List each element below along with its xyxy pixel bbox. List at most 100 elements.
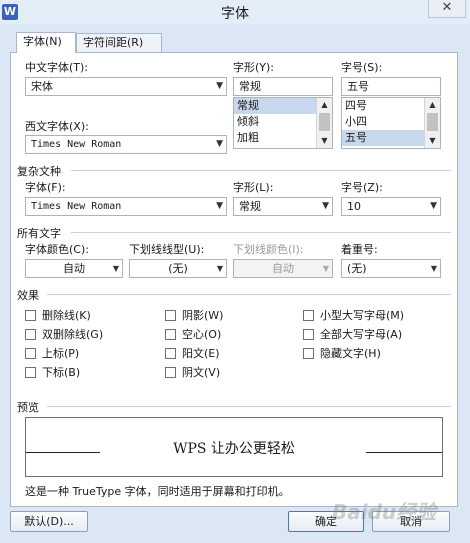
checkbox-box[interactable] <box>25 329 36 340</box>
style-scrollbar[interactable]: ▲ ▼ <box>316 98 332 148</box>
emphasis-mark-label: 着重号: <box>341 243 378 256</box>
style-label: 字形(Y): <box>233 61 275 74</box>
complex-size-value: 10 <box>347 200 361 213</box>
western-font-combo[interactable]: Times New Roman ▼ <box>25 135 227 154</box>
checkbox-label[interactable]: 下标(B) <box>42 366 80 379</box>
tab-character-spacing[interactable]: 字符间距(R) <box>76 33 162 53</box>
preview-sample-text: WPS 让办公更轻松 <box>173 441 295 457</box>
size-input[interactable]: 五号 <box>341 77 441 96</box>
checkbox-box[interactable] <box>303 310 314 321</box>
small-caps-checkbox[interactable]: 小型大写字母(M) <box>303 307 404 323</box>
hidden-text-checkbox[interactable]: 隐藏文字(H) <box>303 345 381 361</box>
checkbox-box[interactable] <box>303 329 314 340</box>
size-listbox[interactable]: 四号 小四 五号 ▲ ▼ <box>341 97 441 149</box>
title-bar: W 字体 ✕ <box>0 0 470 24</box>
superscript-checkbox[interactable]: 上标(P) <box>25 345 79 361</box>
checkbox-box[interactable] <box>25 367 36 378</box>
checkbox-box[interactable] <box>165 310 176 321</box>
underline-color-value: 自动 <box>272 262 294 275</box>
checkbox-label[interactable]: 阴影(W) <box>182 309 223 322</box>
underline-style-label: 下划线线型(U): <box>129 243 205 256</box>
preview-box: WPS 让办公更轻松 <box>25 417 443 477</box>
font-color-label: 字体颜色(C): <box>25 243 89 256</box>
chevron-down-icon: ▼ <box>216 264 223 273</box>
double-strikethrough-checkbox[interactable]: 双删除线(G) <box>25 326 103 342</box>
chevron-down-icon[interactable]: ▼ <box>317 134 332 148</box>
chevron-down-icon: ▼ <box>216 201 223 211</box>
chevron-down-icon: ▼ <box>430 201 437 211</box>
dialog-title: 字体 <box>221 6 249 22</box>
engrave-checkbox[interactable]: 阴文(V) <box>165 364 220 380</box>
outline-checkbox[interactable]: 空心(O) <box>165 326 221 342</box>
size-scrollbar[interactable]: ▲ ▼ <box>424 98 440 148</box>
divider <box>47 294 451 295</box>
chevron-down-icon: ▼ <box>216 139 223 149</box>
checkbox-label[interactable]: 空心(O) <box>182 328 221 341</box>
size-label: 字号(S): <box>341 61 383 74</box>
scroll-thumb[interactable] <box>319 113 330 131</box>
chevron-down-icon: ▼ <box>112 264 119 273</box>
underline-color-dropdown: 自动 ▼ <box>233 259 333 278</box>
chevron-down-icon: ▼ <box>430 264 437 273</box>
all-caps-checkbox[interactable]: 全部大写字母(A) <box>303 326 402 342</box>
chevron-down-icon[interactable]: ▼ <box>425 134 440 148</box>
preview-note: 这是一种 TrueType 字体，同时适用于屏幕和打印机。 <box>25 485 290 498</box>
style-listbox[interactable]: 常规 倾斜 加粗 ▲ ▼ <box>233 97 333 149</box>
effects-section-heading: 效果 <box>17 289 39 302</box>
chinese-font-combo[interactable]: 宋体 ▼ <box>25 77 227 96</box>
complex-font-combo[interactable]: Times New Roman ▼ <box>25 197 227 216</box>
chevron-down-icon: ▼ <box>216 81 223 91</box>
strikethrough-checkbox[interactable]: 删除线(K) <box>25 307 91 323</box>
checkbox-label[interactable]: 双删除线(G) <box>42 328 103 341</box>
underline-style-dropdown[interactable]: (无) ▼ <box>129 259 227 278</box>
checkbox-label[interactable]: 全部大写字母(A) <box>320 328 402 341</box>
checkbox-box[interactable] <box>165 367 176 378</box>
checkbox-box[interactable] <box>25 348 36 359</box>
chevron-down-icon: ▼ <box>322 264 329 273</box>
checkbox-label[interactable]: 删除线(K) <box>42 309 91 322</box>
default-button[interactable]: 默认(D)... <box>10 511 88 532</box>
complex-font-label: 字体(F): <box>25 181 66 194</box>
checkbox-box[interactable] <box>165 348 176 359</box>
chinese-font-value: 宋体 <box>31 80 53 93</box>
western-font-label: 西文字体(X): <box>25 120 89 133</box>
complex-style-value: 常规 <box>239 200 261 213</box>
complex-style-label: 字形(L): <box>233 181 274 194</box>
checkbox-box[interactable] <box>165 329 176 340</box>
shadow-checkbox[interactable]: 阴影(W) <box>165 307 223 323</box>
watermark: Baidu经验 <box>332 500 437 524</box>
scroll-thumb[interactable] <box>427 113 438 131</box>
complex-size-combo[interactable]: 10 ▼ <box>341 197 441 216</box>
chevron-up-icon[interactable]: ▲ <box>317 98 332 112</box>
checkbox-label[interactable]: 上标(P) <box>42 347 79 360</box>
underline-color-label: 下划线颜色(I): <box>233 243 304 256</box>
divider <box>47 406 451 407</box>
font-color-dropdown[interactable]: 自动 ▼ <box>25 259 123 278</box>
complex-font-value: Times New Roman <box>31 201 122 212</box>
close-button[interactable]: ✕ <box>428 0 466 18</box>
chinese-font-label: 中文字体(T): <box>25 61 89 74</box>
checkbox-box[interactable] <box>303 348 314 359</box>
emphasis-mark-value: (无) <box>347 262 367 275</box>
divider <box>71 170 451 171</box>
checkbox-box[interactable] <box>25 310 36 321</box>
font-color-value: 自动 <box>63 262 85 275</box>
complex-section-heading: 复杂文种 <box>17 165 61 178</box>
chevron-up-icon[interactable]: ▲ <box>425 98 440 112</box>
emboss-checkbox[interactable]: 阳文(E) <box>165 345 220 361</box>
checkbox-label[interactable]: 隐藏文字(H) <box>320 347 381 360</box>
divider <box>71 232 451 233</box>
checkbox-label[interactable]: 小型大写字母(M) <box>320 309 404 322</box>
chevron-down-icon: ▼ <box>322 201 329 211</box>
checkbox-label[interactable]: 阳文(E) <box>182 347 220 360</box>
emphasis-mark-dropdown[interactable]: (无) ▼ <box>341 259 441 278</box>
complex-style-combo[interactable]: 常规 ▼ <box>233 197 333 216</box>
font-tab-panel: 中文字体(T): 宋体 ▼ 西文字体(X): Times New Roman ▼… <box>10 52 458 507</box>
checkbox-label[interactable]: 阴文(V) <box>182 366 220 379</box>
style-input[interactable]: 常规 <box>233 77 333 96</box>
underline-style-value: (无) <box>168 262 188 275</box>
western-font-value: Times New Roman <box>31 139 122 150</box>
tab-font[interactable]: 字体(N) <box>16 32 76 53</box>
complex-size-label: 字号(Z): <box>341 181 383 194</box>
subscript-checkbox[interactable]: 下标(B) <box>25 364 80 380</box>
